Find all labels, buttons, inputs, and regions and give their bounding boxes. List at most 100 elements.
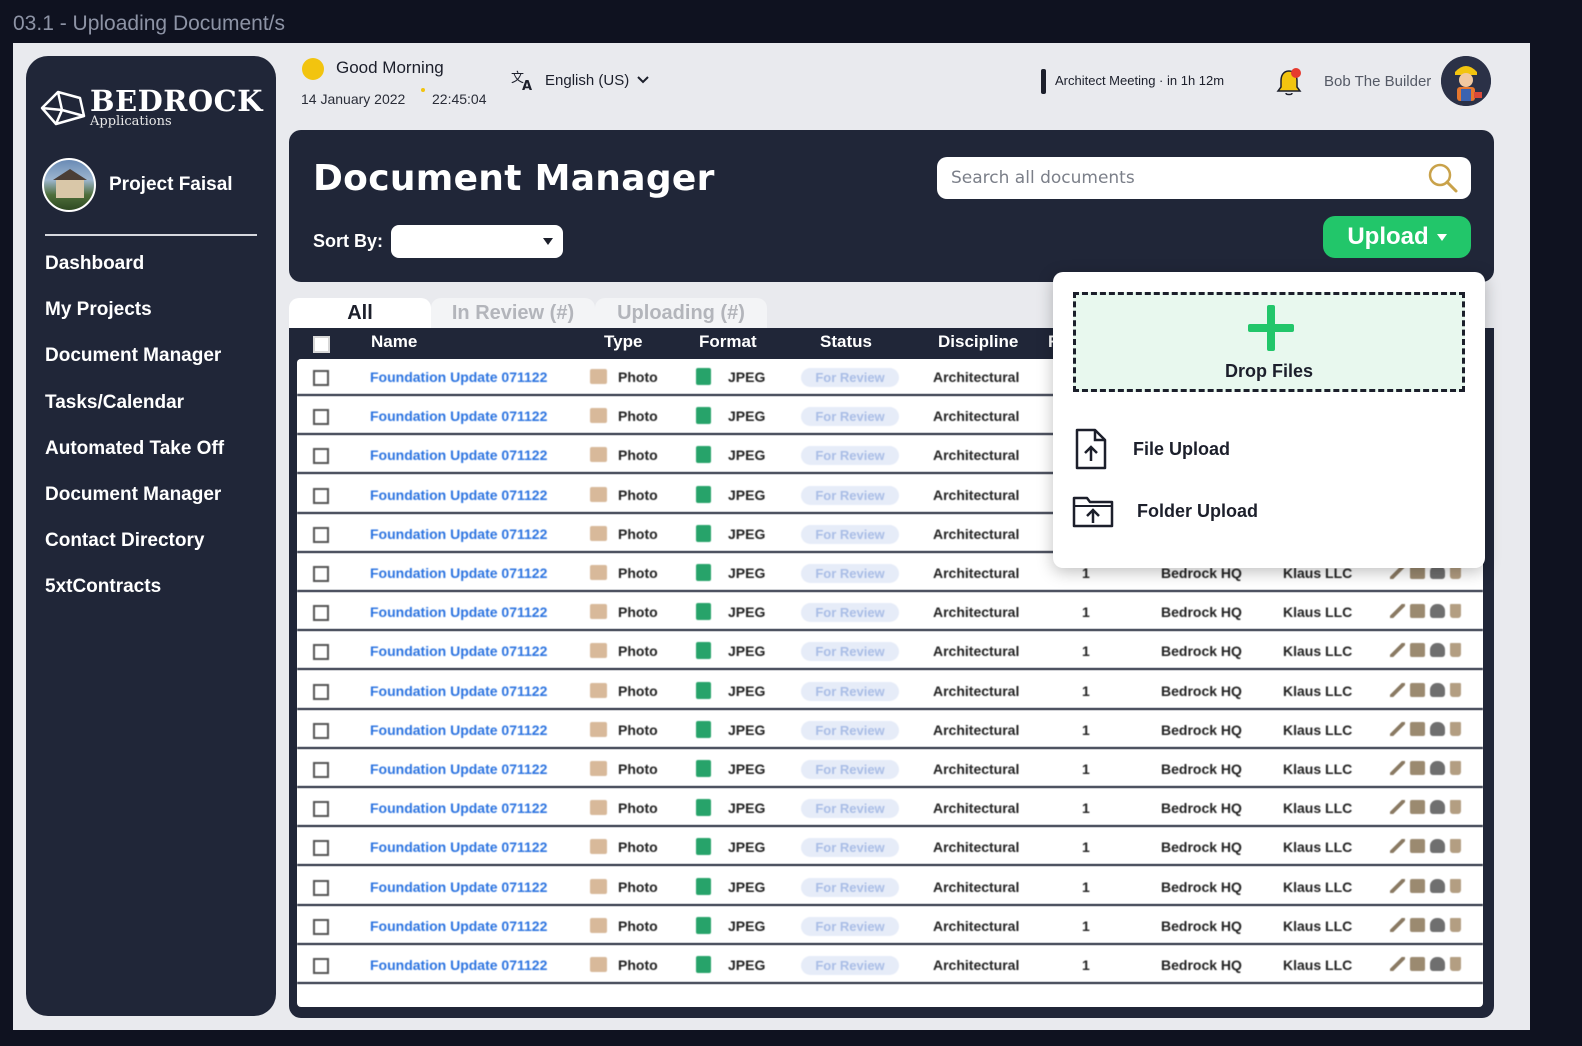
table-row[interactable]: Foundation Update 071122 Photo JPEG For Rev… (297, 868, 1483, 906)
cloud-icon[interactable] (1430, 917, 1445, 932)
document-name-link[interactable]: Foundation Update 071122 (370, 447, 547, 463)
tab-all[interactable]: All (289, 298, 431, 328)
sidebar-item-my-projects[interactable]: My Projects (45, 297, 224, 343)
cloud-icon[interactable] (1430, 604, 1445, 619)
row-checkbox[interactable] (313, 370, 329, 386)
document-name-link[interactable]: Foundation Update 071122 (370, 683, 547, 699)
document-name-link[interactable]: Foundation Update 071122 (370, 369, 547, 385)
upload-button[interactable]: Upload (1323, 216, 1471, 258)
cloud-icon[interactable] (1430, 682, 1445, 697)
document-name-link[interactable]: Foundation Update 071122 (370, 643, 547, 659)
document-name-link[interactable]: Foundation Update 071122 (370, 761, 547, 777)
document-name-link[interactable]: Foundation Update 071122 (370, 839, 547, 855)
trash-icon[interactable] (1450, 957, 1461, 971)
cloud-icon[interactable] (1430, 721, 1445, 736)
mail-icon[interactable] (1410, 957, 1425, 971)
row-checkbox[interactable] (313, 762, 329, 778)
trash-icon[interactable] (1450, 682, 1461, 697)
search-icon[interactable] (1427, 162, 1459, 194)
sort-by-select[interactable] (391, 225, 563, 258)
trash-icon[interactable] (1450, 643, 1461, 658)
table-row[interactable]: Foundation Update 071122 Photo JPEG For Rev… (297, 672, 1483, 710)
row-checkbox[interactable] (313, 722, 329, 739)
edit-icon[interactable] (1390, 800, 1405, 815)
table-row[interactable]: Foundation Update 071122 Photo JPEG For Rev… (297, 829, 1483, 867)
folder-upload-option[interactable]: Folder Upload (1071, 493, 1258, 529)
mail-icon[interactable] (1410, 878, 1425, 893)
cloud-icon[interactable] (1430, 761, 1445, 775)
table-row[interactable]: Foundation Update 071122 Photo JPEG For Rev… (297, 947, 1483, 984)
cloud-icon[interactable] (1430, 957, 1445, 971)
mail-icon[interactable] (1410, 682, 1425, 697)
cloud-icon[interactable] (1430, 839, 1445, 854)
search-input[interactable] (951, 157, 1421, 199)
document-name-link[interactable]: Foundation Update 071122 (370, 565, 547, 581)
document-name-link[interactable]: Foundation Update 071122 (370, 722, 547, 738)
row-checkbox[interactable] (313, 409, 329, 426)
document-name-link[interactable]: Foundation Update 071122 (370, 526, 547, 542)
table-row[interactable]: Foundation Update 071122 Photo JPEG For Rev… (297, 594, 1483, 632)
sidebar-item-document-manager-2[interactable]: Document Manager (45, 482, 224, 528)
trash-icon[interactable] (1450, 878, 1461, 893)
sidebar-item-tasks-calendar[interactable]: Tasks/Calendar (45, 390, 224, 436)
mail-icon[interactable] (1410, 721, 1425, 736)
column-header-format[interactable]: Format (699, 332, 757, 352)
trash-icon[interactable] (1450, 604, 1461, 619)
mail-icon[interactable] (1410, 800, 1425, 815)
edit-icon[interactable] (1390, 682, 1405, 697)
mail-icon[interactable] (1410, 643, 1425, 658)
file-upload-option[interactable]: File Upload (1071, 427, 1230, 471)
trash-icon[interactable] (1450, 917, 1461, 932)
select-all-checkbox[interactable] (313, 336, 330, 353)
trash-icon[interactable] (1450, 761, 1461, 775)
row-checkbox[interactable] (313, 683, 329, 700)
row-checkbox[interactable] (313, 644, 329, 661)
document-name-link[interactable]: Foundation Update 071122 (370, 487, 547, 503)
document-name-link[interactable]: Foundation Update 071122 (370, 604, 547, 620)
row-checkbox[interactable] (313, 526, 329, 543)
row-checkbox[interactable] (313, 918, 329, 935)
sidebar-item-contact-directory[interactable]: Contact Directory (45, 528, 224, 574)
column-header-name[interactable]: Name (371, 332, 417, 352)
drop-files-zone[interactable]: Drop Files (1073, 292, 1465, 392)
brand-logo[interactable]: BEDROCK Applications (38, 84, 268, 132)
upcoming-meeting[interactable]: Architect Meeting · in 1h 12m (1055, 73, 1224, 88)
row-checkbox[interactable] (313, 958, 329, 974)
mail-icon[interactable] (1410, 839, 1425, 854)
document-name-link[interactable]: Foundation Update 071122 (370, 918, 547, 934)
cloud-icon[interactable] (1430, 643, 1445, 658)
sidebar-item-automated-take-off[interactable]: Automated Take Off (45, 436, 224, 482)
mail-icon[interactable] (1410, 917, 1425, 932)
table-row[interactable]: Foundation Update 071122 Photo JPEG For Rev… (297, 907, 1483, 945)
mail-icon[interactable] (1410, 604, 1425, 619)
tab-uploading[interactable]: Uploading (#) (595, 298, 767, 328)
edit-icon[interactable] (1390, 917, 1405, 932)
language-selector[interactable]: 文 A English (US) (511, 69, 649, 91)
document-name-link[interactable]: Foundation Update 071122 (370, 879, 547, 895)
mail-icon[interactable] (1410, 761, 1425, 775)
document-name-link[interactable]: Foundation Update 071122 (370, 800, 547, 816)
trash-icon[interactable] (1450, 839, 1461, 854)
edit-icon[interactable] (1390, 643, 1405, 658)
cloud-icon[interactable] (1430, 800, 1445, 815)
cloud-icon[interactable] (1430, 878, 1445, 893)
row-checkbox[interactable] (313, 801, 329, 818)
user-name[interactable]: Bob The Builder (1324, 73, 1431, 90)
trash-icon[interactable] (1450, 721, 1461, 736)
edit-icon[interactable] (1390, 957, 1405, 971)
document-name-link[interactable]: Foundation Update 071122 (370, 408, 547, 424)
row-checkbox[interactable] (313, 487, 329, 504)
table-row[interactable]: Foundation Update 071122 Photo JPEG For Rev… (297, 790, 1483, 828)
row-checkbox[interactable] (313, 448, 329, 465)
sidebar-item-document-manager[interactable]: Document Manager (45, 343, 224, 389)
edit-icon[interactable] (1390, 604, 1405, 619)
row-checkbox[interactable] (313, 566, 329, 582)
row-checkbox[interactable] (313, 879, 329, 896)
sidebar-item-5xtcontracts[interactable]: 5xtContracts (45, 574, 224, 620)
table-row[interactable]: Foundation Update 071122 Photo JPEG For Rev… (297, 751, 1483, 788)
row-checkbox[interactable] (313, 605, 329, 622)
edit-icon[interactable] (1390, 839, 1405, 854)
row-checkbox[interactable] (313, 840, 329, 857)
tab-in-review[interactable]: In Review (#) (431, 298, 595, 328)
table-row[interactable]: Foundation Update 071122 Photo JPEG For Rev… (297, 711, 1483, 749)
